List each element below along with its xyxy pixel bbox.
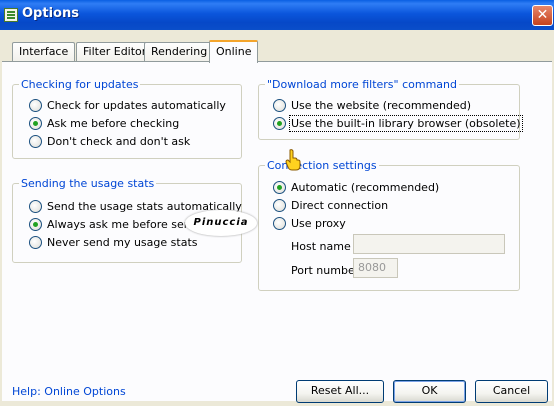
- title-bar[interactable]: Options ✕: [0, 0, 554, 30]
- connection-option-automatic[interactable]: Automatic (recommended): [273, 181, 439, 194]
- radio-icon[interactable]: [273, 199, 286, 212]
- window-title: Options: [22, 6, 79, 21]
- tab-rendering[interactable]: Rendering: [144, 42, 215, 62]
- radio-selected-icon[interactable]: [29, 117, 42, 130]
- option-label: Ask me before checking: [47, 117, 180, 130]
- tab-panel-online: Checking for updates Check for updates a…: [2, 61, 552, 401]
- option-label: Direct connection: [291, 199, 389, 212]
- host-name-label: Host name: [291, 240, 351, 253]
- download-group: "Download more filters" command Use the …: [258, 78, 523, 140]
- radio-selected-icon[interactable]: [273, 117, 286, 130]
- option-label: Use proxy: [291, 217, 346, 230]
- option-label: Check for updates automatically: [47, 99, 226, 112]
- close-button[interactable]: ✕: [532, 5, 553, 26]
- radio-icon[interactable]: [29, 135, 42, 148]
- updates-option-ask[interactable]: Ask me before checking: [29, 117, 179, 130]
- download-group-title: "Download more filters" command: [265, 78, 460, 91]
- port-number-field[interactable]: 8080: [353, 258, 398, 278]
- cancel-button[interactable]: Cancel: [475, 380, 548, 403]
- updates-group-title: Checking for updates: [19, 78, 141, 91]
- updates-option-never[interactable]: Don't check and don't ask: [29, 135, 190, 148]
- help-link[interactable]: Help: Online Options: [12, 385, 126, 398]
- tab-interface[interactable]: Interface: [12, 42, 76, 62]
- option-label: Never send my usage stats: [47, 236, 198, 249]
- watermark-badge: Pinuccia: [185, 210, 257, 236]
- window-body: Interface Filter Editor Rendering Online…: [0, 30, 554, 406]
- hand-cursor-icon: [285, 149, 301, 171]
- tab-filter-editor[interactable]: Filter Editor: [76, 42, 154, 62]
- updates-group: Checking for updates Check for updates a…: [12, 78, 242, 159]
- reset-all-button[interactable]: Reset All...: [296, 380, 384, 403]
- connection-option-proxy[interactable]: Use proxy: [273, 217, 346, 230]
- option-label: Use the website (recommended): [291, 99, 472, 112]
- option-label: Automatic (recommended): [291, 181, 440, 194]
- tab-online[interactable]: Online: [209, 40, 259, 63]
- connection-group-title: Connection settings: [265, 159, 379, 172]
- app-icon: [4, 8, 18, 22]
- updates-option-auto[interactable]: Check for updates automatically: [29, 99, 226, 112]
- option-label: Don't check and don't ask: [47, 135, 191, 148]
- connection-group: Connection settings Automatic (recommend…: [258, 159, 520, 291]
- radio-selected-icon[interactable]: [273, 181, 286, 194]
- usage-option-never[interactable]: Never send my usage stats: [29, 236, 197, 249]
- usage-group-title: Sending the usage stats: [19, 177, 157, 190]
- port-number-label: Port number: [291, 264, 360, 277]
- host-name-field[interactable]: [353, 234, 505, 254]
- download-option-builtin[interactable]: Use the built-in library browser (obsole…: [273, 115, 523, 132]
- radio-icon[interactable]: [29, 99, 42, 112]
- radio-icon[interactable]: [273, 217, 286, 230]
- download-option-website[interactable]: Use the website (recommended): [273, 99, 471, 112]
- option-label: Use the built-in library browser (obsole…: [289, 115, 523, 132]
- connection-option-direct[interactable]: Direct connection: [273, 199, 388, 212]
- radio-icon[interactable]: [29, 200, 42, 213]
- ok-button[interactable]: OK: [393, 380, 466, 403]
- radio-icon[interactable]: [273, 99, 286, 112]
- radio-icon[interactable]: [29, 236, 42, 249]
- radio-selected-icon[interactable]: [29, 218, 42, 231]
